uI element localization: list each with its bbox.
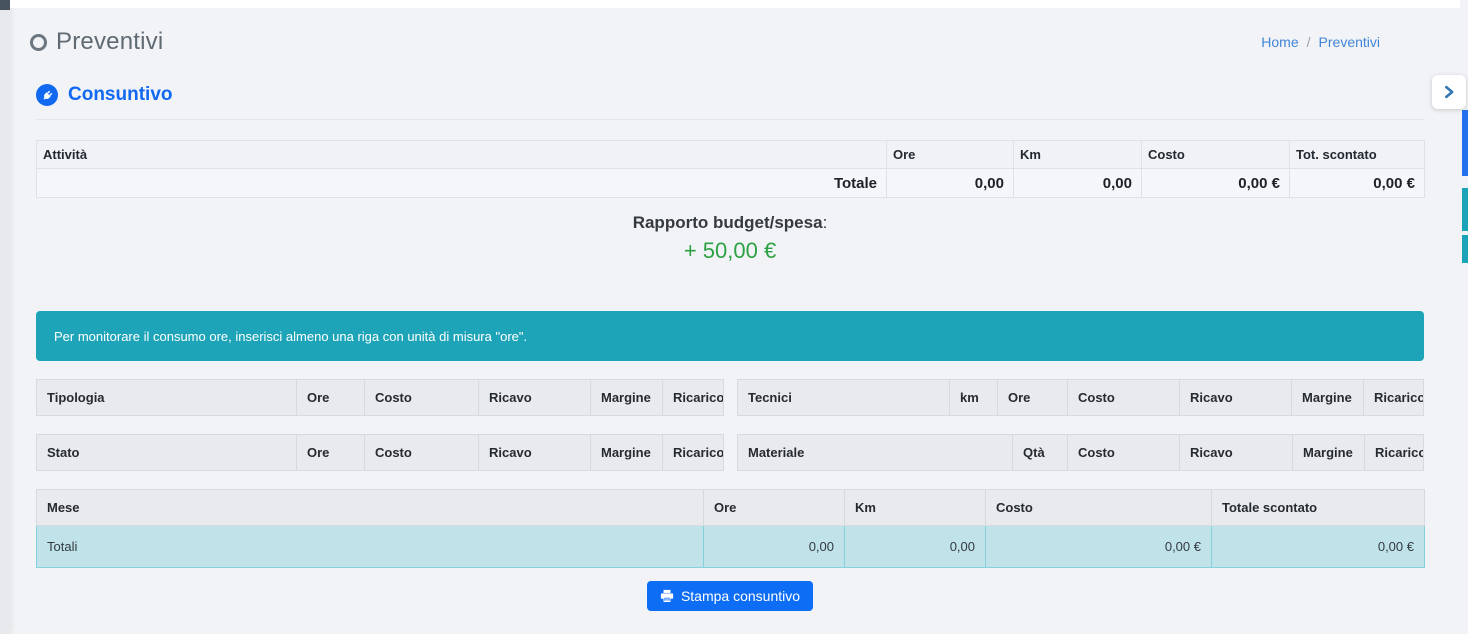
total-costo: 0,00 € (1142, 169, 1290, 198)
col-header-totale-scontato: Totale scontato (1212, 490, 1425, 526)
col-header-costo: Costo (365, 435, 479, 471)
chevron-right-icon (1441, 84, 1457, 100)
col-header-ricarico: Ricarico (1364, 380, 1424, 416)
col-header-km: Km (1014, 141, 1142, 169)
col-header-materiale: Materiale (738, 435, 1013, 471)
col-header-ricarico: Ricarico (663, 435, 724, 471)
totals-label: Totali (37, 526, 704, 568)
totals-costo: 0,00 € (986, 526, 1212, 568)
summary-total-row: Totale 0,00 0,00 0,00 € 0,00 € (37, 169, 1425, 198)
col-header-tot-scontato: Tot. scontato (1290, 141, 1425, 169)
budget-ratio-label: Rapporto budget/spesa: (36, 213, 1424, 233)
sidebar-corner-fragment (0, 0, 10, 10)
printer-icon (660, 589, 674, 603)
print-report-button[interactable]: Stampa consuntivo (647, 581, 813, 611)
col-header-costo: Costo (1142, 141, 1290, 169)
breakdown-row-1: Tipologia Ore Costo Ricavo Margine Ricar… (36, 379, 1424, 416)
col-header-margine: Margine (591, 380, 663, 416)
col-header-ricarico: Ricarico (663, 380, 724, 416)
total-tot-scontato: 0,00 € (1290, 169, 1425, 198)
collapsed-left-sidebar-edge (0, 0, 10, 634)
page-header: Preventivi Home / Preventivi (30, 26, 1380, 58)
col-header-ore: Ore (297, 435, 365, 471)
tecnici-table: Tecnici km Ore Costo Ricavo Margine Rica… (737, 379, 1424, 416)
totals-totale-scontato: 0,00 € (1212, 526, 1425, 568)
col-header-costo: Costo (365, 380, 479, 416)
col-header-margine: Margine (591, 435, 663, 471)
col-header-attivita: Attività (37, 141, 887, 169)
materiale-table: Materiale Qtà Costo Ricavo Margine Ricar… (737, 434, 1424, 471)
breadcrumb-home-link[interactable]: Home (1261, 34, 1298, 50)
col-header-stato: Stato (37, 435, 297, 471)
stato-table: Stato Ore Costo Ricavo Margine Ricarico (36, 434, 724, 471)
monthly-totals-row: Totali 0,00 0,00 0,00 € 0,00 € (37, 526, 1425, 568)
budget-ratio: Rapporto budget/spesa: + 50,00 € (36, 213, 1424, 264)
col-header-tipologia: Tipologia (37, 380, 297, 416)
col-header-ricavo: Ricavo (479, 435, 591, 471)
materiale-header-row: Materiale Qtà Costo Ricavo Margine Ricar… (738, 435, 1424, 471)
summary-table: Attività Ore Km Costo Tot. scontato Tota… (36, 140, 1425, 198)
breakdown-row-2: Stato Ore Costo Ricavo Margine Ricarico … (36, 434, 1424, 471)
total-km: 0,00 (1014, 169, 1142, 198)
right-edge-teal-strip-1 (1462, 188, 1468, 231)
col-header-ore: Ore (998, 380, 1068, 416)
col-header-costo: Costo (1068, 435, 1180, 471)
breadcrumb-separator: / (1307, 34, 1311, 50)
total-ore: 0,00 (887, 169, 1014, 198)
plug-icon (36, 84, 58, 106)
right-edge-teal-strip-2 (1462, 235, 1468, 263)
circle-outline-icon (30, 34, 47, 51)
expand-right-panel-button[interactable] (1432, 75, 1466, 109)
tecnici-header-row: Tecnici km Ore Costo Ricavo Margine Rica… (738, 380, 1424, 416)
col-header-km: km (950, 380, 998, 416)
stato-header-row: Stato Ore Costo Ricavo Margine Ricarico (37, 435, 724, 471)
col-header-km: Km (845, 490, 986, 526)
right-edge-blue-strip (1462, 110, 1468, 176)
info-banner: Per monitorare il consumo ore, inserisci… (36, 311, 1424, 361)
col-header-ore: Ore (704, 490, 845, 526)
col-header-ore: Ore (887, 141, 1014, 169)
page-title-wrap: Preventivi (30, 28, 163, 56)
totals-km: 0,00 (845, 526, 986, 568)
budget-ratio-value: + 50,00 € (36, 238, 1424, 264)
monthly-header-row: Mese Ore Km Costo Totale scontato (37, 490, 1425, 526)
monthly-table: Mese Ore Km Costo Totale scontato Totali… (36, 489, 1425, 568)
section-header: Consuntivo (36, 84, 1424, 106)
col-header-ricavo: Ricavo (1180, 380, 1292, 416)
breadcrumb: Home / Preventivi (1261, 34, 1380, 50)
col-header-tecnici: Tecnici (738, 380, 950, 416)
col-header-margine: Margine (1293, 435, 1365, 471)
col-header-ore: Ore (297, 380, 365, 416)
col-header-qta: Qtà (1013, 435, 1068, 471)
breadcrumb-current-link[interactable]: Preventivi (1319, 34, 1380, 50)
col-header-ricarico: Ricarico (1365, 435, 1424, 471)
col-header-costo: Costo (986, 490, 1212, 526)
total-label: Totale (37, 169, 887, 198)
col-header-mese: Mese (37, 490, 704, 526)
tipologia-header-row: Tipologia Ore Costo Ricavo Margine Ricar… (37, 380, 724, 416)
top-bar (10, 0, 1460, 8)
tipologia-table: Tipologia Ore Costo Ricavo Margine Ricar… (36, 379, 724, 416)
summary-header-row: Attività Ore Km Costo Tot. scontato (37, 141, 1425, 169)
page-title: Preventivi (56, 28, 163, 56)
totals-ore: 0,00 (704, 526, 845, 568)
col-header-costo: Costo (1068, 380, 1180, 416)
info-banner-text: Per monitorare il consumo ore, inserisci… (54, 329, 527, 344)
col-header-ricavo: Ricavo (1180, 435, 1293, 471)
consuntivo-section: Consuntivo Attività Ore Km Costo Tot. sc… (36, 84, 1424, 611)
actions-bar: Stampa consuntivo (36, 581, 1424, 611)
screen: Preventivi Home / Preventivi Consuntivo (0, 0, 1468, 634)
col-header-margine: Margine (1292, 380, 1364, 416)
print-report-label: Stampa consuntivo (681, 588, 800, 604)
col-header-ricavo: Ricavo (479, 380, 591, 416)
section-title: Consuntivo (68, 84, 173, 106)
section-divider (36, 119, 1424, 120)
